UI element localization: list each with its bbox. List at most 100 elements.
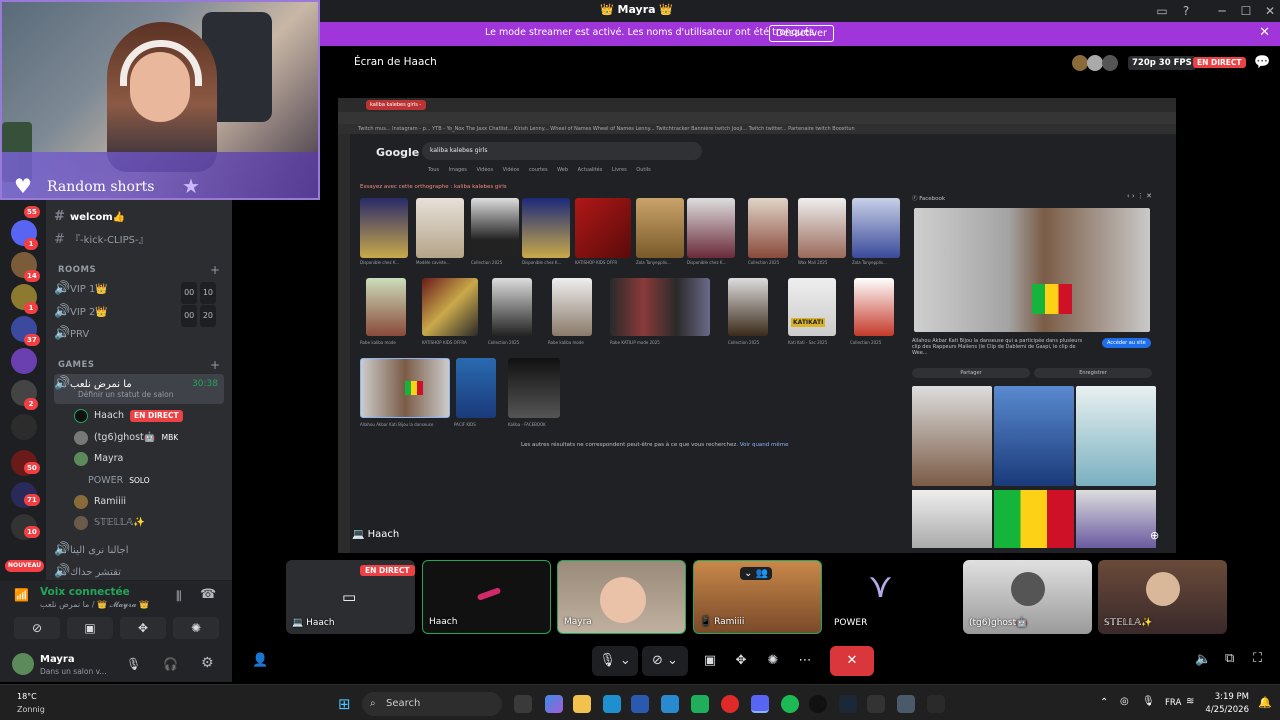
related-image[interactable] bbox=[912, 386, 992, 486]
related-image[interactable] bbox=[1076, 490, 1156, 548]
image-result[interactable]: KATIKATI bbox=[788, 278, 836, 336]
voice-channel[interactable]: 🔊تقتشر حداك bbox=[54, 562, 224, 582]
image-result[interactable] bbox=[728, 278, 768, 336]
image-result[interactable] bbox=[636, 198, 684, 258]
obs-icon[interactable] bbox=[809, 695, 827, 713]
google-search-input[interactable]: kaliba kalebes girls bbox=[422, 142, 702, 160]
microphone-button[interactable]: 🎙 ⌄ bbox=[592, 646, 638, 676]
tile-menu-icon[interactable]: ⌄ 👥 bbox=[740, 567, 773, 580]
network-icon[interactable]: ◎ bbox=[1120, 696, 1129, 707]
participant-tile-mayra[interactable]: Mayra bbox=[557, 560, 686, 634]
microphone-icon[interactable]: 🎙 bbox=[126, 657, 141, 671]
image-result[interactable] bbox=[687, 198, 735, 258]
add-channel-icon[interactable]: + bbox=[210, 358, 220, 372]
more-options-icon[interactable]: ⋯ bbox=[793, 646, 817, 676]
image-result[interactable] bbox=[575, 198, 631, 258]
image-result[interactable] bbox=[508, 358, 560, 418]
image-result[interactable] bbox=[552, 278, 592, 336]
spelling-suggestion[interactable]: Essayez avec cette orthographe : kaliba … bbox=[360, 184, 507, 190]
edge-icon[interactable] bbox=[603, 695, 621, 713]
channel-welcome[interactable]: # welcom👍 bbox=[54, 207, 224, 227]
soundboard-button[interactable]: ✺ bbox=[761, 646, 785, 676]
image-result[interactable] bbox=[854, 278, 894, 336]
whatsapp-icon[interactable] bbox=[691, 695, 709, 713]
save-button[interactable]: Enregistrer bbox=[1034, 368, 1152, 378]
channel-kick-clips[interactable]: # 『-kick-CLIPS-』 bbox=[54, 230, 224, 250]
noise-suppression-icon[interactable]: ⫼ bbox=[176, 589, 182, 604]
show-anyway-link[interactable]: Voir quand même bbox=[740, 442, 789, 448]
preview-image[interactable] bbox=[914, 208, 1150, 332]
headphones-icon[interactable]: 🎧 bbox=[163, 657, 178, 671]
close-icon[interactable]: ✕ bbox=[1259, 25, 1270, 40]
related-image[interactable] bbox=[1076, 386, 1156, 486]
user-name[interactable]: Mayra bbox=[40, 654, 75, 665]
invite-icon[interactable]: 👤 bbox=[252, 653, 268, 668]
activities-button[interactable]: ✥ bbox=[729, 646, 753, 676]
image-result[interactable] bbox=[798, 198, 846, 258]
disconnect-icon[interactable]: ☎ bbox=[200, 587, 216, 602]
terminal-icon[interactable] bbox=[927, 695, 945, 713]
chat-icon[interactable]: 💬 bbox=[1254, 55, 1270, 70]
server-icon[interactable] bbox=[11, 414, 37, 440]
share-button[interactable]: Partager bbox=[912, 368, 1030, 378]
viewer-avatar[interactable] bbox=[1087, 55, 1103, 71]
image-result[interactable] bbox=[360, 198, 408, 258]
input-language[interactable]: FRA bbox=[1165, 698, 1181, 708]
voice-channel-active[interactable]: 🔊ما نمرض نلعب 30:38 Définir un statut de… bbox=[54, 374, 224, 404]
image-result[interactable] bbox=[492, 278, 532, 336]
mail-icon[interactable] bbox=[661, 695, 679, 713]
browser-tab[interactable]: kaliba kalebes girls - Ann bbox=[366, 100, 426, 118]
participant-tile-ghost[interactable]: (tg6)ghost🤖 bbox=[963, 560, 1092, 634]
voice-member-power[interactable]: POWER SOLO bbox=[74, 471, 150, 491]
viewer-avatar[interactable] bbox=[1072, 55, 1088, 71]
related-image[interactable] bbox=[994, 490, 1074, 548]
google-logo[interactable]: Google bbox=[376, 146, 419, 159]
screen-share-button[interactable]: ▣ bbox=[698, 646, 722, 676]
image-result[interactable] bbox=[366, 278, 406, 336]
image-result[interactable] bbox=[522, 198, 570, 258]
volume-icon[interactable]: 🔈 bbox=[1195, 652, 1211, 667]
image-result[interactable] bbox=[422, 278, 478, 336]
server-icon[interactable] bbox=[11, 348, 37, 374]
outlook-icon[interactable] bbox=[631, 695, 649, 713]
windows-start-icon[interactable]: ⊞ bbox=[338, 695, 351, 713]
preview-source[interactable]: ⓕ Facebook bbox=[912, 194, 945, 202]
microphone-tray-icon[interactable]: 🎙 bbox=[1142, 696, 1155, 707]
participant-tile-ramiiii[interactable]: ⌄ 👥 📱 Ramiiii bbox=[693, 560, 822, 634]
voice-member-ramiiii[interactable]: Ramiiii bbox=[74, 492, 126, 512]
voice-channel-vip1[interactable]: 🔊VIP 1👑 00 10 bbox=[54, 279, 224, 304]
voice-member-stella[interactable]: 𝕊𝕋𝔼𝕃𝕃𝔸✨ bbox=[74, 513, 145, 533]
spotify-icon[interactable] bbox=[781, 695, 799, 713]
preview-close-icon[interactable]: ‹ › ⋮ ✕ bbox=[1127, 192, 1152, 200]
file-explorer-icon[interactable] bbox=[573, 695, 591, 713]
voice-member-haach[interactable]: Haach EN DIRECT bbox=[74, 406, 183, 426]
inbox-icon[interactable]: ▭ bbox=[1150, 2, 1174, 20]
image-result[interactable] bbox=[471, 198, 519, 258]
image-result-selected[interactable] bbox=[360, 358, 450, 418]
participant-tile-haach[interactable]: Haach bbox=[422, 560, 551, 634]
leave-call-button[interactable]: ✕ bbox=[830, 646, 874, 676]
viewer-avatar[interactable] bbox=[1102, 55, 1118, 71]
clock-date[interactable]: 4/25/2026 bbox=[1201, 705, 1249, 715]
popout-icon[interactable]: ⧉ bbox=[1225, 651, 1234, 666]
opera-icon[interactable] bbox=[721, 695, 739, 713]
google-search-tabs[interactable]: Tous Images Vidéos Vidéos courtes Web Ac… bbox=[428, 167, 651, 173]
voice-channel-path[interactable]: ما نمرض نلعب / 👑 𝓜𝓪𝔂𝓻𝓪 👑 bbox=[40, 600, 149, 610]
minimize-button[interactable]: ─ bbox=[1210, 2, 1234, 20]
visit-site-button[interactable]: Accéder au site bbox=[1102, 338, 1151, 348]
discord-icon[interactable] bbox=[751, 695, 769, 713]
activities-button[interactable]: ✥ bbox=[120, 617, 166, 639]
participant-tile-power[interactable]: ⋎ POWER bbox=[828, 560, 957, 634]
related-image[interactable] bbox=[912, 490, 992, 548]
voice-status[interactable]: Voix connectée bbox=[40, 586, 130, 598]
wifi-icon[interactable]: ≋ bbox=[1186, 696, 1194, 707]
fullscreen-icon[interactable]: ⛶ bbox=[1253, 651, 1262, 666]
task-view-icon[interactable] bbox=[514, 695, 532, 713]
screen-share-button[interactable]: ▣ bbox=[67, 617, 113, 639]
weather-temperature[interactable]: 18°C bbox=[17, 692, 37, 701]
steam-icon[interactable] bbox=[839, 695, 857, 713]
notifications-icon[interactable]: 🔔 bbox=[1258, 696, 1272, 709]
set-channel-status[interactable]: Définir un statut de salon bbox=[78, 388, 173, 402]
user-avatar[interactable] bbox=[12, 653, 34, 675]
show-hidden-icons[interactable]: ⌃ bbox=[1100, 697, 1108, 708]
